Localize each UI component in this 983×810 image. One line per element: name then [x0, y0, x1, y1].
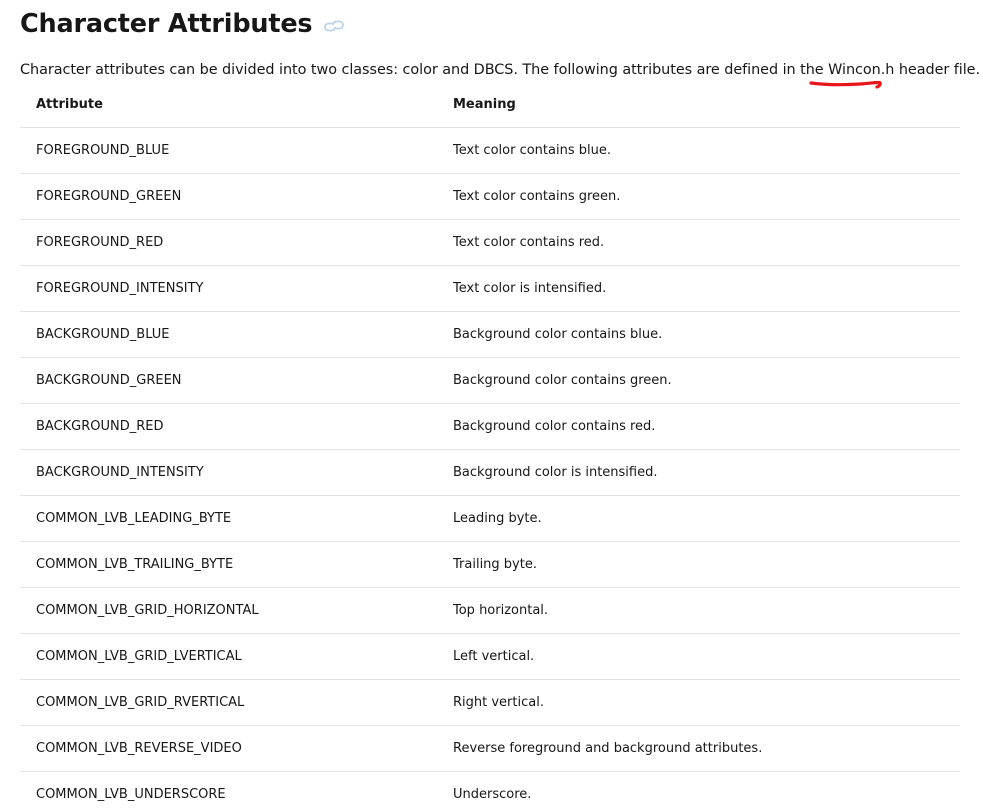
attributes-table: Attribute Meaning FOREGROUND_BLUE Text co…: [20, 82, 960, 810]
table-row: BACKGROUND_BLUE Background color contains…: [20, 311, 960, 358]
page-title: Character Attributes: [20, 9, 313, 39]
table-row: BACKGROUND_RED Background color contains …: [20, 403, 960, 450]
attribute-name: FOREGROUND_INTENSITY: [20, 265, 437, 312]
attribute-meaning: Reverse foreground and background attrib…: [437, 725, 960, 772]
attribute-meaning: Trailing byte.: [437, 541, 960, 588]
attribute-name: COMMON_LVB_GRID_LVERTICAL: [20, 633, 437, 680]
attribute-name: BACKGROUND_BLUE: [20, 311, 437, 358]
attribute-name: FOREGROUND_GREEN: [20, 173, 437, 220]
attribute-meaning: Left vertical.: [437, 633, 960, 680]
attribute-name: BACKGROUND_GREEN: [20, 357, 437, 404]
attribute-meaning: Background color is intensified.: [437, 449, 960, 496]
table-row: COMMON_LVB_UNDERSCORE Underscore.: [20, 771, 960, 810]
table-row: COMMON_LVB_REVERSE_VIDEO Reverse foregrou…: [20, 725, 960, 772]
attribute-name: COMMON_LVB_REVERSE_VIDEO: [20, 725, 437, 772]
attribute-meaning: Text color contains green.: [437, 173, 960, 220]
table-row: FOREGROUND_RED Text color contains red.: [20, 219, 960, 266]
table-row: FOREGROUND_BLUE Text color contains blue.: [20, 127, 960, 174]
attribute-meaning: Text color is intensified.: [437, 265, 960, 312]
table-row: COMMON_LVB_GRID_LVERTICAL Left vertical.: [20, 633, 960, 680]
column-header-attribute: Attribute: [20, 82, 437, 128]
column-header-meaning: Meaning: [437, 82, 960, 128]
attribute-name: FOREGROUND_RED: [20, 219, 437, 266]
attribute-meaning: Underscore.: [437, 771, 960, 810]
doc-page: Character Attributes Character attribute…: [0, 0, 983, 810]
wincon-header-reference: Wincon.h: [828, 62, 895, 78]
table-row: FOREGROUND_GREEN Text color contains gree…: [20, 173, 960, 220]
attribute-meaning: Text color contains red.: [437, 219, 960, 266]
attribute-meaning: Text color contains blue.: [437, 127, 960, 174]
link-icon[interactable]: [322, 18, 346, 34]
attribute-meaning: Background color contains blue.: [437, 311, 960, 358]
attribute-meaning: Leading byte.: [437, 495, 960, 542]
table-row: FOREGROUND_INTENSITY Text color is intens…: [20, 265, 960, 312]
intro-text-end: header file.: [894, 62, 980, 78]
page-heading: Character Attributes: [20, 6, 346, 42]
attribute-name: BACKGROUND_INTENSITY: [20, 449, 437, 496]
table-row: BACKGROUND_INTENSITY Background color is …: [20, 449, 960, 496]
attribute-name: FOREGROUND_BLUE: [20, 127, 437, 174]
attribute-name: COMMON_LVB_LEADING_BYTE: [20, 495, 437, 542]
attribute-name: COMMON_LVB_TRAILING_BYTE: [20, 541, 437, 588]
table-row: COMMON_LVB_LEADING_BYTE Leading byte.: [20, 495, 960, 542]
table-row: BACKGROUND_GREEN Background color contain…: [20, 357, 960, 404]
table-row: COMMON_LVB_GRID_HORIZONTAL Top horizontal…: [20, 587, 960, 634]
attribute-meaning: Top horizontal.: [437, 587, 960, 634]
attribute-meaning: Background color contains green.: [437, 357, 960, 404]
attribute-name: COMMON_LVB_GRID_RVERTICAL: [20, 679, 437, 726]
table-row: COMMON_LVB_GRID_RVERTICAL Right vertical.: [20, 679, 960, 726]
table-header-row: Attribute Meaning: [20, 82, 960, 128]
attribute-meaning: Right vertical.: [437, 679, 960, 726]
intro-paragraph: Character attributes can be divided into…: [20, 60, 980, 80]
attribute-name: COMMON_LVB_UNDERSCORE: [20, 771, 437, 810]
intro-text: Character attributes can be divided into…: [20, 62, 829, 78]
attribute-meaning: Background color contains red.: [437, 403, 960, 450]
table-row: COMMON_LVB_TRAILING_BYTE Trailing byte.: [20, 541, 960, 588]
attribute-name: COMMON_LVB_GRID_HORIZONTAL: [20, 587, 437, 634]
attribute-name: BACKGROUND_RED: [20, 403, 437, 450]
